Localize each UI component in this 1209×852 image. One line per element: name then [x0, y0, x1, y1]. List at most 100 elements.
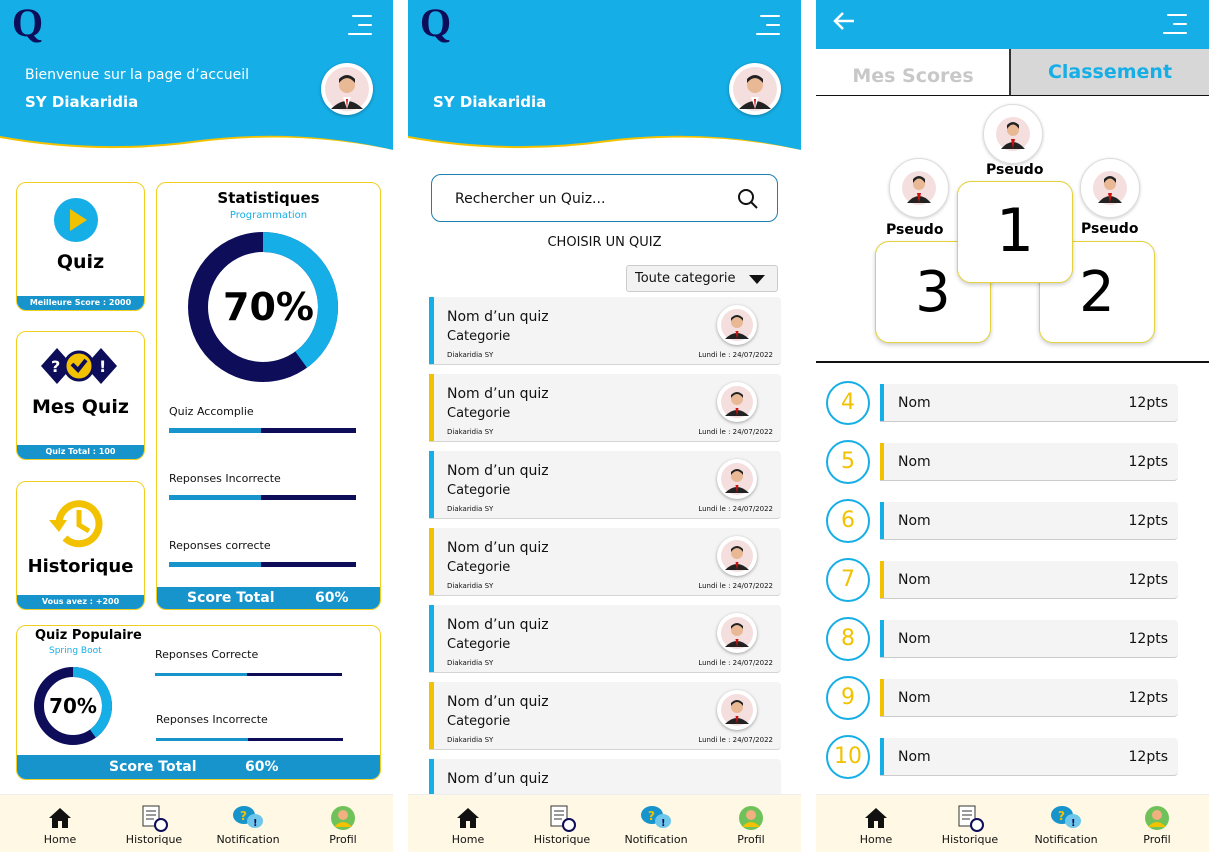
player-name: Nom	[898, 395, 931, 411]
pop-score-footer: Score Total 60%	[17, 755, 380, 779]
historique-card[interactable]: Historique Vous avez : +200	[16, 481, 145, 610]
svg-text:!: !	[661, 818, 666, 829]
play-icon	[53, 197, 99, 247]
player-points: 12pts	[1128, 631, 1168, 647]
rank-number: 5	[826, 440, 870, 484]
username: SY Diakaridia	[25, 93, 139, 111]
nav-profil[interactable]: Profil	[308, 803, 378, 846]
tab-mes-scores-label: Mes Scores	[852, 65, 974, 87]
menu-icon[interactable]	[348, 15, 372, 35]
nav-profil[interactable]: Profil	[1122, 803, 1192, 846]
rank-number: 8	[826, 617, 870, 661]
quiz-date: Lundi le : 24/07/2022	[698, 428, 773, 436]
player-name: Nom	[898, 749, 931, 765]
app-logo: Q	[10, 0, 56, 48]
menu-icon[interactable]	[756, 15, 780, 35]
podium-rank-1: 1	[995, 196, 1035, 266]
ranking-row[interactable]: 7 Nom 12pts	[826, 558, 1178, 602]
avatar[interactable]	[321, 63, 373, 115]
podium-pseudo-3: Pseudo	[886, 222, 944, 238]
quiz-list-item[interactable]: Nom d’un quiz Categorie Diakaridia SY Lundi…	[429, 297, 781, 365]
stats-score-value: 60%	[315, 590, 349, 606]
populaire-card[interactable]: Quiz Populaire Spring Boot 70% Reponses …	[16, 625, 381, 780]
stat-label-accomplie: Quiz Accomplie	[169, 405, 254, 418]
nav-home-label: Home	[451, 833, 485, 846]
player-points: 12pts	[1128, 572, 1168, 588]
tab-classement[interactable]: Classement	[1009, 49, 1209, 96]
search-input[interactable]: Rechercher un Quiz...	[431, 174, 778, 222]
player-points: 12pts	[1128, 690, 1168, 706]
category-select[interactable]: Toute categorie	[626, 265, 778, 292]
pop-bar-correcte	[155, 673, 342, 676]
welcome-text: Bienvenue sur la page d’accueil	[25, 67, 249, 83]
quiz-author: Diakaridia SY	[447, 582, 494, 590]
quiz-list-item[interactable]: Nom d’un quiz Categorie Diakaridia SY Lundi…	[429, 528, 781, 596]
avatar[interactable]	[729, 63, 781, 115]
bottom-nav: Home Historique ?! Notification Profil	[408, 794, 801, 852]
podium-avatar-2[interactable]	[1080, 158, 1140, 218]
ranking-row[interactable]: 6 Nom 12pts	[826, 499, 1178, 543]
quiz-list-item[interactable]: Nom d’un quiz Categorie Diakaridia SY Lundi…	[429, 374, 781, 442]
nav-profil-label: Profil	[1143, 833, 1171, 846]
quiz-name: Nom d’un quiz	[447, 463, 549, 479]
podium-avatar-3[interactable]	[889, 158, 949, 218]
quiz-card[interactable]: Quiz Meilleure Score : 2000	[16, 182, 145, 311]
svg-text:?: ?	[51, 357, 60, 376]
podium-avatar-1[interactable]	[983, 104, 1043, 164]
quiz-card-footer: Meilleure Score : 2000	[17, 296, 144, 310]
rank-number: 6	[826, 499, 870, 543]
quiz-author: Diakaridia SY	[447, 659, 494, 667]
pop-score-label: Score Total	[109, 759, 197, 775]
back-arrow-icon[interactable]	[833, 11, 855, 35]
nav-notification[interactable]: ?! Notification	[1031, 803, 1101, 846]
nav-home[interactable]: Home	[25, 803, 95, 846]
nav-historique[interactable]: Historique	[119, 803, 189, 846]
pop-score-value: 60%	[245, 759, 279, 775]
nav-historique[interactable]: Historique	[935, 803, 1005, 846]
nav-notification[interactable]: ?! Notification	[621, 803, 691, 846]
stat-label-incorrecte: Reponses Incorrecte	[169, 472, 281, 485]
bottom-nav: Home Historique ?! Notification Profil	[816, 794, 1209, 852]
ranking-row[interactable]: 8 Nom 12pts	[826, 617, 1178, 661]
quiz-name: Nom d’un quiz	[447, 694, 549, 710]
player-points: 12pts	[1128, 454, 1168, 470]
rank-number: 4	[826, 381, 870, 425]
item-accent	[429, 682, 434, 749]
nav-home[interactable]: Home	[433, 803, 503, 846]
ranking-entry: Nom 12pts	[880, 561, 1178, 599]
profile-icon	[308, 803, 378, 833]
avatar	[717, 305, 757, 345]
ranking-entry: Nom 12pts	[880, 502, 1178, 540]
nav-historique-label: Historique	[941, 833, 999, 846]
player-points: 12pts	[1128, 513, 1168, 529]
nav-home[interactable]: Home	[841, 803, 911, 846]
ranking-row[interactable]: 4 Nom 12pts	[826, 381, 1178, 425]
quiz-list-item[interactable]: Nom d’un quiz Categorie Diakaridia SY Lundi…	[429, 451, 781, 519]
nav-profil[interactable]: Profil	[716, 803, 786, 846]
rank-number: 9	[826, 676, 870, 720]
nav-notification-label: Notification	[216, 833, 280, 846]
mesquiz-card[interactable]: ?! Mes Quiz Quiz Total : 100	[16, 331, 145, 460]
quiz-category: Categorie	[447, 406, 511, 421]
avatar	[717, 690, 757, 730]
svg-text:Q: Q	[12, 2, 43, 45]
avatar	[717, 382, 757, 422]
search-icon[interactable]	[737, 188, 759, 214]
populaire-title: Quiz Populaire	[35, 628, 142, 643]
quiz-date: Lundi le : 24/07/2022	[698, 505, 773, 513]
tab-mes-scores[interactable]: Mes Scores	[816, 49, 1010, 96]
app-logo: Q	[418, 0, 464, 48]
ranking-row[interactable]: 9 Nom 12pts	[826, 676, 1178, 720]
player-name: Nom	[898, 572, 931, 588]
nav-notification[interactable]: ?! Notification	[213, 803, 283, 846]
avatar	[717, 613, 757, 653]
stats-subtitle: Programmation	[229, 210, 308, 221]
menu-icon[interactable]	[1163, 14, 1187, 34]
nav-historique[interactable]: Historique	[527, 803, 597, 846]
quiz-list-item[interactable]: Nom d’un quiz Categorie Diakaridia SY Lundi…	[429, 682, 781, 750]
quiz-category: Categorie	[447, 637, 511, 652]
quiz-list-item[interactable]: Nom d’un quiz Categorie Diakaridia SY Lundi…	[429, 605, 781, 673]
ranking-row[interactable]: 10 Nom 12pts	[826, 735, 1178, 779]
ranking-row[interactable]: 5 Nom 12pts	[826, 440, 1178, 484]
ranking-entry: Nom 12pts	[880, 620, 1178, 658]
